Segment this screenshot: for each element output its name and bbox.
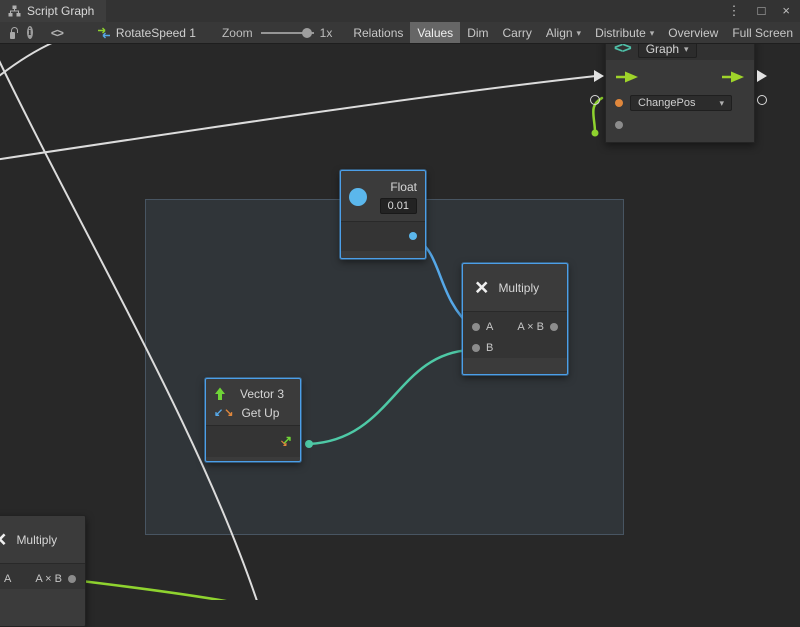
multiply-partial-title: Multiply [16,533,57,547]
flow-port-row [606,62,754,92]
multiply-node-partial[interactable]: × Multiply A A × B [0,515,86,627]
chevron-down-icon: ▾ [684,44,689,55]
zoom-slider[interactable] [261,32,314,34]
float-node-body [341,221,425,251]
align-dropdown-button[interactable]: Align▾ [539,22,588,44]
multiply-partial-output-label: A × B [35,573,62,585]
distribute-dropdown-button[interactable]: Distribute▾ [588,22,661,44]
zoom-slider-handle[interactable] [302,28,312,38]
external-flow-arrow-left[interactable] [594,70,604,82]
changepos-dropdown[interactable]: ChangePos ▾ [630,95,732,111]
carry-button[interactable]: Carry [496,22,539,44]
dim-button[interactable]: Dim [460,22,495,44]
fullscreen-button[interactable]: Full Screen [725,22,800,44]
chevron-down-icon: ▾ [719,98,724,109]
float-type-icon [349,188,367,206]
window-controls: ⋮ □ × [728,0,800,22]
close-button[interactable]: × [782,0,790,22]
vector3-getup-node[interactable]: Vector 3 ↙↘ Get Up ↘↗ [205,378,301,462]
zoom-value: 1x [320,26,333,40]
overview-button[interactable]: Overview [661,22,725,44]
float-node[interactable]: Float 0.01 [340,170,426,259]
extra-value-port[interactable] [615,121,623,129]
changepos-dropdown-value: ChangePos [638,97,696,109]
vector3-node-title: Vector 3 [240,387,284,401]
multiply-input-b-label: B [486,342,493,354]
unity-script-graph-window: { "window": { "title": "Script Graph", "… [0,0,800,600]
multiply-partial-input-a-label: A [4,573,11,585]
getup-subtitle: Get Up [241,406,279,420]
graph-breadcrumb[interactable]: RotateSpeed 1 [116,26,196,40]
multiply-input-a-label: A [486,321,493,333]
multiply-icon: × [475,276,488,299]
window-menu-button[interactable]: ⋮ [728,0,741,22]
multiply-input-a-port[interactable] [472,323,480,331]
vector3-up-arrow-icon [214,387,226,401]
relations-button[interactable]: Relations [346,22,410,44]
chevron-down-icon: ▾ [577,22,582,44]
flow-output-arrow-icon[interactable] [721,71,745,83]
title-bar: Script Graph ⋮ □ × [0,0,800,23]
multiply-partial-header: × Multiply [0,516,85,563]
multiply-node[interactable]: × Multiply A A × B B [462,263,568,375]
axis-arrows-icon: ↙↘ [214,406,233,419]
changepos-port[interactable] [615,99,623,107]
multiply-node-body: A A × B B [463,311,567,358]
external-port-ring-right[interactable] [757,95,767,105]
script-machine-icon [97,27,111,39]
multiply-output-label: A × B [517,321,544,333]
multiply-node-title: Multiply [498,281,539,295]
extra-port-row [606,114,754,136]
window-title: Script Graph [27,4,94,18]
lock-icon[interactable] [10,32,15,39]
vector3-node-body: ↘↗ [206,425,300,457]
float-node-header: Float 0.01 [341,171,425,221]
values-button[interactable]: Values [410,22,460,44]
graph-dropdown-label: Graph [646,42,679,56]
graph-toolbar: i <> RotateSpeed 1 Zoom 1x Relations Val… [0,22,800,44]
info-icon[interactable]: i [27,26,33,39]
port-row-a: A A × B [463,316,567,337]
edit-graph-icon[interactable]: <> [51,26,63,40]
float-node-title: Float [390,180,417,194]
flow-input-arrow-icon[interactable] [615,71,639,83]
port-row-a: A A × B [0,568,85,589]
maximize-button[interactable]: □ [758,0,766,22]
zoom-label: Zoom [222,26,253,40]
multiply-icon: × [0,528,6,551]
float-output-port[interactable] [409,232,417,240]
vector3-node-header: Vector 3 ↙↘ Get Up [206,379,300,425]
float-value-field[interactable]: 0.01 [380,198,417,214]
changepos-row: ChangePos ▾ [606,92,754,114]
port-row-b: B [463,337,567,358]
multiply-partial-body: A A × B [0,563,85,589]
graph-window-icon [8,5,21,17]
multiply-node-header: × Multiply [463,264,567,311]
multiply-input-b-port[interactable] [472,344,480,352]
chevron-down-icon: ▾ [650,22,655,44]
external-port-ring-left[interactable] [590,95,600,105]
graph-io-node[interactable]: <> Graph ▾ ChangePos ▾ [605,37,755,143]
script-graph-tab[interactable]: Script Graph [0,0,106,22]
external-flow-arrow-right[interactable] [757,70,767,82]
multiply-partial-output-port[interactable] [68,575,76,583]
vector3-port-icon: ↘↗ [282,433,292,447]
multiply-output-port[interactable] [550,323,558,331]
